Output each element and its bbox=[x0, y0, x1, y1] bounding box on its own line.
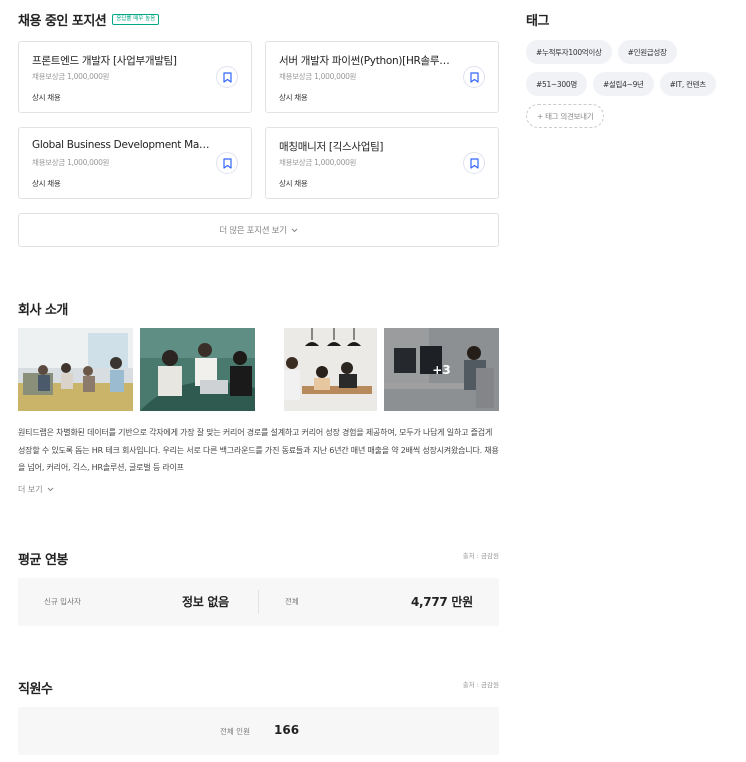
position-title: 매칭매니저 [긱스사업팀] bbox=[279, 141, 384, 153]
salary-source: 출처 : 금감원 bbox=[462, 552, 499, 560]
bookmark-button[interactable] bbox=[216, 66, 238, 88]
company-photo[interactable] bbox=[18, 328, 133, 411]
total-salary-label: 전체 bbox=[285, 597, 299, 606]
position-card[interactable]: 서버 개발자 파이썬(Python)[HR솔루션팀] 채용보상금 1,000,0… bbox=[265, 41, 499, 113]
bookmark-button[interactable] bbox=[216, 152, 238, 174]
salary-title: 평균 연봉 bbox=[18, 553, 68, 568]
employees-title: 직원수 bbox=[18, 682, 53, 697]
chevron-down-icon bbox=[291, 228, 298, 232]
position-type: 상시 채용 bbox=[279, 179, 308, 188]
company-photo[interactable] bbox=[140, 328, 255, 411]
position-title: Global Business Development Manager bbox=[32, 139, 212, 151]
salary-box: 신규 입사자 정보 없음 전체 4,777 만원 bbox=[18, 578, 499, 626]
more-positions-button[interactable]: 더 많은 포지션 보기 bbox=[18, 213, 499, 247]
positions-title: 채용 중인 포지션 bbox=[18, 14, 107, 29]
company-photo[interactable]: +3 bbox=[384, 328, 499, 411]
company-photos: +3 bbox=[18, 328, 499, 411]
more-photos-count: +3 bbox=[432, 362, 451, 377]
total-salary-unit: 만원 bbox=[451, 595, 473, 609]
more-photos-overlay[interactable]: +3 bbox=[384, 328, 499, 411]
bookmark-icon bbox=[222, 157, 232, 169]
position-reward: 채용보상금 1,000,000원 bbox=[32, 158, 110, 167]
position-type: 상시 채용 bbox=[279, 93, 308, 102]
employees-label: 전체 인원 bbox=[220, 727, 250, 736]
company-photo[interactable] bbox=[262, 328, 377, 411]
total-salary-value: 4,777 만원 bbox=[411, 593, 473, 610]
bookmark-button[interactable] bbox=[463, 152, 485, 174]
position-card[interactable]: 매칭매니저 [긱스사업팀] 채용보상금 1,000,000원 상시 채용 bbox=[265, 127, 499, 199]
total-salary-number: 4,777 bbox=[411, 595, 448, 609]
employees-count: 166 bbox=[274, 723, 300, 737]
tag-item[interactable]: #누적투자100억이상 bbox=[526, 40, 612, 64]
salary-divider bbox=[258, 590, 259, 614]
bookmark-icon bbox=[222, 71, 232, 83]
tag-item[interactable]: #설립4~9년 bbox=[592, 72, 654, 96]
bookmark-icon bbox=[469, 71, 479, 83]
intro-more-label: 더 보기 bbox=[18, 485, 43, 494]
bookmark-icon bbox=[469, 157, 479, 169]
company-intro-text: 원티드랩은 차별화된 데이터를 기반으로 각자에게 가장 잘 맞는 커리어 경로… bbox=[18, 428, 499, 472]
position-type: 상시 채용 bbox=[32, 93, 61, 102]
tag-item[interactable]: #51~300명 bbox=[526, 72, 587, 96]
response-rate-badge: 응답률 매우 높음 bbox=[112, 14, 160, 25]
office-lounge-image bbox=[18, 328, 133, 411]
office-desk-image bbox=[262, 328, 377, 411]
intro-more-button[interactable]: 더 보기 bbox=[18, 484, 54, 495]
employees-box: 전체 인원 166 bbox=[18, 707, 499, 755]
position-title: 프론트엔드 개발자 [사업부개발팀] bbox=[32, 55, 177, 67]
position-reward: 채용보상금 1,000,000원 bbox=[279, 72, 357, 81]
company-intro-title: 회사 소개 bbox=[18, 303, 68, 318]
position-type: 상시 채용 bbox=[32, 179, 61, 188]
position-card[interactable]: Global Business Development Manager 채용보상… bbox=[18, 127, 252, 199]
tag-item[interactable]: #인원급성장 bbox=[617, 40, 677, 64]
new-hire-salary: 정보 없음 bbox=[182, 595, 229, 609]
more-positions-label: 더 많은 포지션 보기 bbox=[219, 226, 287, 236]
new-hire-label: 신규 입사자 bbox=[44, 597, 81, 606]
position-title: 서버 개발자 파이썬(Python)[HR솔루션팀] bbox=[279, 55, 459, 67]
tags-title: 태그 bbox=[526, 14, 549, 29]
office-meeting-image bbox=[140, 328, 255, 411]
positions-header: 채용 중인 포지션 응답률 매우 높음 bbox=[18, 10, 160, 29]
bookmark-button[interactable] bbox=[463, 66, 485, 88]
employees-source: 출처 : 금감원 bbox=[462, 681, 499, 689]
tag-list: #누적투자100억이상 #인원급성장 #51~300명 #설립4~9년 #IT,… bbox=[526, 40, 726, 128]
tag-item[interactable]: #IT, 컨텐츠 bbox=[659, 72, 716, 96]
chevron-down-icon bbox=[47, 487, 53, 492]
position-card[interactable]: 프론트엔드 개발자 [사업부개발팀] 채용보상금 1,000,000원 상시 채… bbox=[18, 41, 252, 113]
position-reward: 채용보상금 1,000,000원 bbox=[32, 72, 110, 81]
add-tag-button[interactable]: + 태그 의견보내기 bbox=[526, 104, 605, 128]
position-reward: 채용보상금 1,000,000원 bbox=[279, 158, 357, 167]
